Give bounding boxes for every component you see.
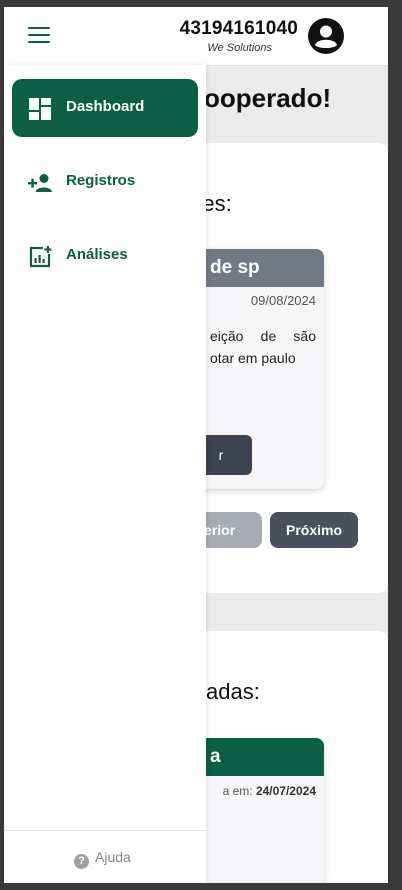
sidebar-item-registros[interactable]: Registros [12,153,198,211]
company-name: We Solutions [207,42,272,54]
dashboard-icon [29,98,51,120]
user-id: 43194161040 [179,18,298,39]
sidebar-item-analises[interactable]: Análises [12,227,198,285]
help-link[interactable]: ? Ajuda [74,849,131,869]
app-frame: 43194161040 We Solutions ooperado! ntes:… [4,7,388,883]
analytics-icon [29,246,52,268]
event-description: eição de são otar em paulo [210,328,316,366]
event-date: 09/08/2024 [250,293,316,308]
hamburger-menu-button[interactable] [28,27,50,45]
sidebar-item-dashboard[interactable]: Dashboard [12,79,198,137]
help-icon: ? [74,854,89,869]
event-date-prefix: a em: [222,784,253,798]
sidebar-item-label: Registros [66,172,136,189]
sidebar-item-label: Dashboard [66,98,145,115]
event-date: a em: 24/07/2024 [223,784,316,798]
sidebar-item-label: Análises [66,246,128,263]
help-label: Ajuda [95,849,131,865]
sidebar-drawer: Dashboard Registros Análises ? Ajuda [4,65,206,883]
next-button[interactable]: Próximo [270,512,358,548]
person-add-icon [28,174,52,192]
section-heading: adas: [206,679,260,704]
page-title: ooperado! [204,83,332,113]
top-header: 43194161040 We Solutions [4,7,388,66]
event-date-value: 24/07/2024 [255,784,316,798]
sidebar-footer: ? Ajuda [4,830,206,883]
avatar-icon[interactable] [308,18,344,54]
